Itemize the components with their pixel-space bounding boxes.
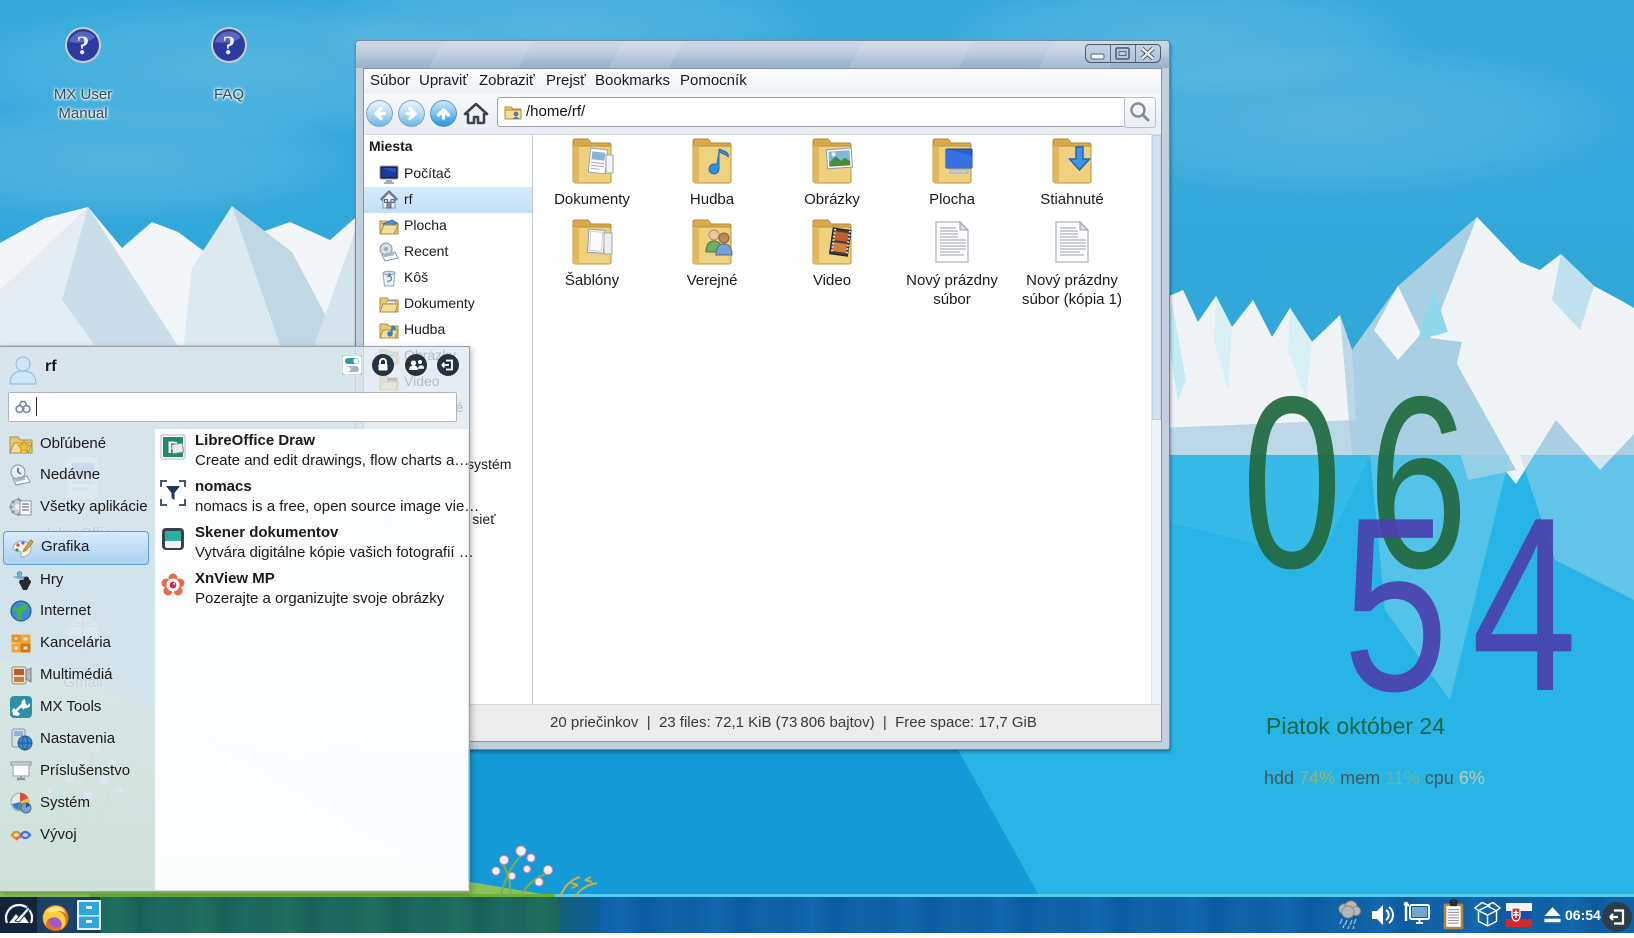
- svg-text:?: ?: [77, 31, 90, 60]
- svg-text:Piatok október 24: Piatok október 24: [1266, 713, 1445, 739]
- svg-text:?: ?: [223, 31, 236, 60]
- svg-text:54: 54: [1343, 465, 1600, 742]
- svg-text:hdd 74% mem 11% cpu 6%: hdd 74% mem 11% cpu 6%: [1264, 768, 1485, 788]
